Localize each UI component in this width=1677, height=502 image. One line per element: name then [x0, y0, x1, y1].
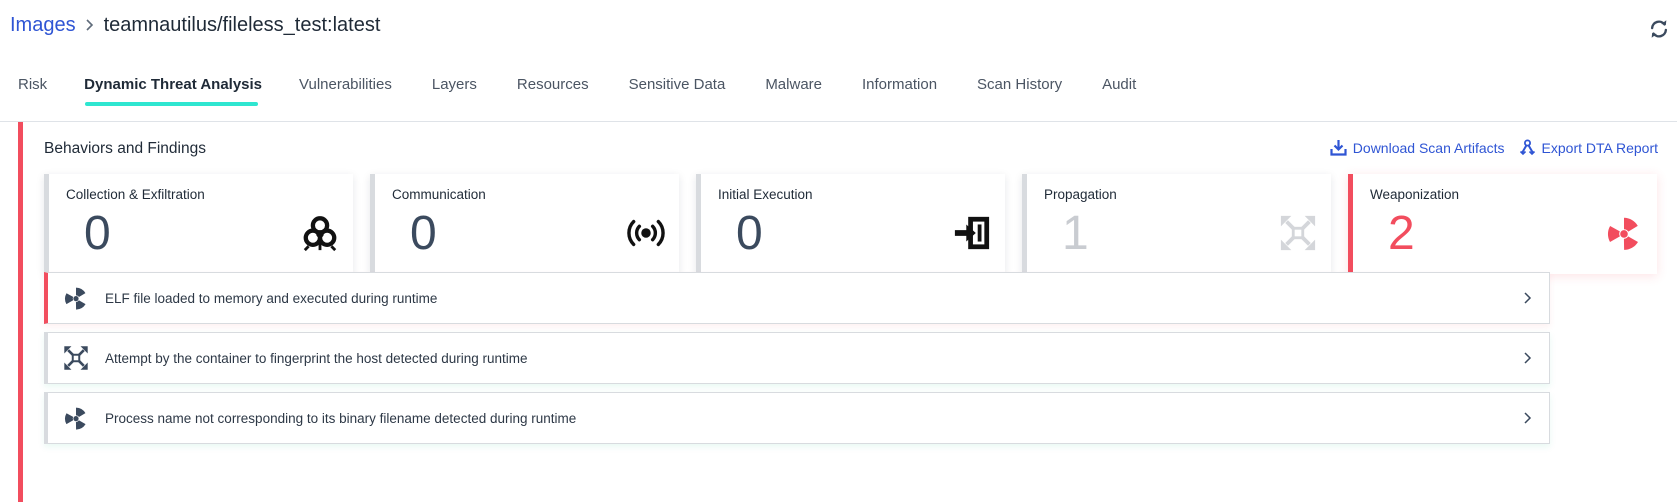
download-scan-artifacts-button[interactable]: Download Scan Artifacts [1330, 139, 1505, 156]
expand-arrows-icon [1280, 215, 1316, 251]
card-count: 0 [410, 207, 437, 260]
chevron-right-icon[interactable] [1519, 290, 1535, 306]
tab-risk[interactable]: Risk [18, 76, 47, 106]
breadcrumb: Images teamnautilus/fileless_test:latest [10, 10, 380, 40]
finding-text: Process name not corresponding to its bi… [105, 410, 577, 426]
card-weaponization[interactable]: Weaponization 2 [1348, 174, 1657, 274]
behaviors-panel: Behaviors and Findings Download Scan Art… [18, 122, 1677, 502]
tab-bar: Risk Dynamic Threat Analysis Vulnerabili… [18, 76, 1136, 106]
card-communication[interactable]: Communication 0 [370, 174, 679, 274]
card-count: 1 [1062, 207, 1089, 260]
panel-actions: Download Scan Artifacts Export DTA Repor… [1330, 139, 1658, 156]
biohazard-icon [303, 216, 337, 252]
tab-dynamic-threat-analysis[interactable]: Dynamic Threat Analysis [84, 76, 262, 106]
card-title: Propagation [1044, 187, 1117, 202]
card-title: Weaponization [1370, 187, 1460, 202]
tab-malware[interactable]: Malware [765, 76, 822, 106]
section-title: Behaviors and Findings [44, 140, 206, 157]
chevron-right-icon[interactable] [1519, 410, 1535, 426]
export-dta-report-button[interactable]: Export DTA Report [1519, 139, 1658, 156]
download-scan-artifacts-label: Download Scan Artifacts [1352, 139, 1505, 156]
tab-audit[interactable]: Audit [1102, 76, 1136, 106]
radiation-icon [65, 287, 86, 310]
export-icon [1519, 139, 1535, 156]
card-count: 0 [736, 207, 763, 260]
finding-row[interactable]: Process name not corresponding to its bi… [44, 392, 1550, 444]
radiation-icon [1608, 217, 1638, 250]
card-count: 2 [1388, 207, 1415, 260]
page-title: teamnautilus/fileless_test:latest [103, 13, 381, 36]
finding-text: Attempt by the container to fingerprint … [105, 350, 528, 366]
card-propagation[interactable]: Propagation 1 [1022, 174, 1331, 274]
finding-text: ELF file loaded to memory and executed d… [105, 290, 438, 306]
card-title: Communication [392, 187, 486, 202]
tab-sensitive-data[interactable]: Sensitive Data [629, 76, 726, 106]
tab-vulnerabilities[interactable]: Vulnerabilities [299, 76, 392, 106]
refresh-icon[interactable] [1648, 18, 1670, 40]
chevron-right-icon [85, 18, 95, 32]
category-cards: Collection & Exfiltration 0 Communicatio… [44, 174, 1657, 274]
card-initial-execution[interactable]: Initial Execution 0 [696, 174, 1005, 274]
download-icon [1330, 140, 1347, 156]
card-title: Initial Execution [718, 187, 813, 202]
tab-information[interactable]: Information [862, 76, 937, 106]
finding-row[interactable]: Attempt by the container to fingerprint … [44, 332, 1550, 384]
findings-list: ELF file loaded to memory and executed d… [44, 272, 1550, 452]
broadcast-icon [627, 219, 665, 247]
chevron-right-icon[interactable] [1519, 350, 1535, 366]
enter-icon [954, 216, 990, 250]
breadcrumb-images-link[interactable]: Images [10, 14, 76, 37]
card-title: Collection & Exfiltration [66, 187, 205, 202]
expand-arrows-icon [64, 346, 88, 370]
radiation-icon [65, 407, 86, 430]
tab-resources[interactable]: Resources [517, 76, 589, 106]
card-collection-exfiltration[interactable]: Collection & Exfiltration 0 [44, 174, 353, 274]
tab-layers[interactable]: Layers [432, 76, 477, 106]
card-count: 0 [84, 207, 111, 260]
export-dta-report-label: Export DTA Report [1541, 139, 1658, 156]
finding-row[interactable]: ELF file loaded to memory and executed d… [44, 272, 1550, 324]
tab-scan-history[interactable]: Scan History [977, 76, 1062, 106]
